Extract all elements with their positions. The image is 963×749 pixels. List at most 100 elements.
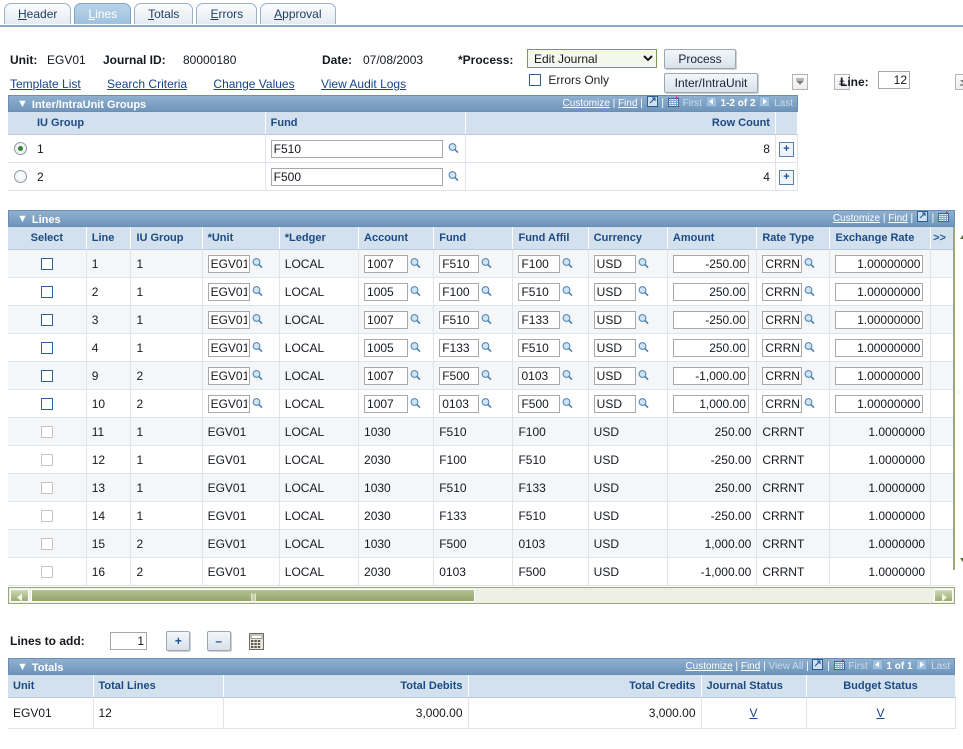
search-icon[interactable] bbox=[637, 369, 650, 382]
search-icon[interactable] bbox=[561, 313, 574, 326]
fund-affil-input[interactable] bbox=[518, 367, 560, 385]
rate-type-input[interactable] bbox=[762, 339, 802, 357]
groups-next-page-icon[interactable] bbox=[759, 96, 770, 107]
exchange-rate-input[interactable] bbox=[835, 395, 923, 413]
account-input[interactable] bbox=[364, 367, 408, 385]
table-row[interactable]: 141EGV01LOCAL2030F133F510USD-250.00CRRNT… bbox=[8, 502, 953, 530]
currency-input[interactable] bbox=[594, 395, 636, 413]
unit-input[interactable] bbox=[208, 283, 250, 301]
select-cell[interactable] bbox=[8, 418, 86, 446]
select-cell[interactable] bbox=[8, 306, 86, 334]
totals-journal-status-cell[interactable]: V bbox=[701, 698, 806, 729]
exchange-rate-input[interactable] bbox=[835, 283, 923, 301]
search-icon[interactable] bbox=[637, 341, 650, 354]
search-icon[interactable] bbox=[409, 341, 422, 354]
scroll-down-arrow[interactable] bbox=[955, 553, 957, 568]
table-row[interactable]: 102LOCAL bbox=[8, 390, 953, 418]
search-icon[interactable] bbox=[409, 369, 422, 382]
group-add-cell-2[interactable]: + bbox=[775, 163, 797, 191]
search-icon[interactable] bbox=[251, 257, 264, 270]
table-row[interactable]: 1 8 + bbox=[8, 135, 798, 163]
group-fund-input-2[interactable] bbox=[271, 168, 443, 186]
totals-next-page-icon[interactable] bbox=[916, 659, 927, 670]
currency-input[interactable] bbox=[594, 339, 636, 357]
rate-type-input[interactable] bbox=[762, 283, 802, 301]
search-icon[interactable] bbox=[561, 341, 574, 354]
currency-input[interactable] bbox=[594, 311, 636, 329]
table-row[interactable]: 11LOCAL bbox=[8, 250, 953, 278]
search-icon[interactable] bbox=[637, 285, 650, 298]
amount-input[interactable] bbox=[673, 367, 749, 385]
process-button[interactable]: Process bbox=[664, 49, 736, 69]
rate-type-input[interactable] bbox=[762, 395, 802, 413]
search-icon[interactable] bbox=[409, 397, 422, 410]
unit-input[interactable] bbox=[208, 311, 250, 329]
row-select-checkbox[interactable] bbox=[41, 258, 53, 270]
unit-input[interactable] bbox=[208, 367, 250, 385]
row-select-checkbox[interactable] bbox=[41, 342, 53, 354]
groups-first-label[interactable]: First bbox=[683, 98, 702, 109]
exchange-rate-input[interactable] bbox=[835, 311, 923, 329]
collapse-triangle-icon[interactable]: ▼ bbox=[17, 659, 28, 675]
totals-budget-status-cell[interactable]: V bbox=[806, 698, 955, 729]
search-icon[interactable] bbox=[637, 397, 650, 410]
errors-only-checkbox[interactable] bbox=[529, 74, 541, 86]
table-row[interactable]: 41LOCAL bbox=[8, 334, 953, 362]
search-icon[interactable] bbox=[251, 313, 264, 326]
totals-customize-link[interactable]: Customize bbox=[685, 661, 732, 672]
collapse-triangle-icon[interactable]: ▼ bbox=[17, 96, 28, 112]
exchange-rate-input[interactable] bbox=[835, 339, 923, 357]
lines-section-header[interactable]: ▼Lines Customize | Find | | bbox=[8, 210, 955, 227]
select-cell[interactable] bbox=[8, 390, 86, 418]
search-icon[interactable] bbox=[480, 369, 493, 382]
errors-only-checkbox-wrap[interactable]: Errors Only bbox=[529, 73, 609, 87]
row-select-checkbox[interactable] bbox=[41, 370, 53, 382]
change-values-link[interactable]: Change Values bbox=[213, 77, 294, 91]
select-cell[interactable] bbox=[8, 502, 86, 530]
search-icon[interactable] bbox=[447, 142, 460, 155]
calculator-icon[interactable] bbox=[248, 633, 265, 650]
fund-input[interactable] bbox=[439, 339, 479, 357]
rate-type-input[interactable] bbox=[762, 311, 802, 329]
search-icon[interactable] bbox=[409, 257, 422, 270]
groups-section-header[interactable]: ▼Inter/IntraUnit Groups Customize | Find… bbox=[8, 95, 798, 112]
search-criteria-link[interactable]: Search Criteria bbox=[107, 77, 187, 91]
fund-affil-input[interactable] bbox=[518, 395, 560, 413]
search-icon[interactable] bbox=[480, 397, 493, 410]
totals-last-label[interactable]: Last bbox=[931, 661, 950, 672]
tab-errors[interactable]: Errors bbox=[196, 3, 257, 24]
add-lines-button[interactable]: + bbox=[166, 631, 190, 651]
select-cell[interactable] bbox=[8, 362, 86, 390]
fund-input[interactable] bbox=[439, 255, 479, 273]
add-group-row-button-2[interactable]: + bbox=[779, 170, 794, 185]
budget-status-link[interactable]: V bbox=[876, 706, 884, 720]
search-icon[interactable] bbox=[561, 369, 574, 382]
lines-to-add-input[interactable] bbox=[110, 632, 147, 650]
search-icon[interactable] bbox=[803, 257, 816, 270]
template-list-link[interactable]: Template List bbox=[10, 77, 81, 91]
inter-intra-unit-button[interactable]: Inter/IntraUnit bbox=[664, 73, 758, 93]
search-icon[interactable] bbox=[803, 313, 816, 326]
search-icon[interactable] bbox=[480, 285, 493, 298]
download-to-excel-icon[interactable] bbox=[917, 211, 928, 222]
totals-first-label[interactable]: First bbox=[848, 661, 867, 672]
account-input[interactable] bbox=[364, 311, 408, 329]
search-icon[interactable] bbox=[409, 285, 422, 298]
account-input[interactable] bbox=[364, 283, 408, 301]
search-icon[interactable] bbox=[561, 285, 574, 298]
scroll-thumb[interactable]: ≡ bbox=[955, 245, 957, 552]
scroll-up-arrow[interactable] bbox=[955, 229, 957, 244]
download-to-excel-icon[interactable] bbox=[812, 659, 823, 670]
table-row[interactable]: 152EGV01LOCAL1030F5000103USD1,000.00CRRN… bbox=[8, 530, 953, 558]
lines-col-more[interactable]: >> bbox=[931, 227, 953, 250]
scroll-thumb-horizontal[interactable]: |||| bbox=[31, 589, 475, 602]
search-icon[interactable] bbox=[803, 397, 816, 410]
select-cell[interactable] bbox=[8, 278, 86, 306]
select-cell[interactable] bbox=[8, 530, 86, 558]
account-input[interactable] bbox=[364, 339, 408, 357]
collapse-triangle-icon[interactable]: ▼ bbox=[17, 211, 28, 227]
search-icon[interactable] bbox=[803, 341, 816, 354]
process-select[interactable]: Edit Journal bbox=[527, 49, 657, 68]
amount-input[interactable] bbox=[673, 311, 749, 329]
tab-lines[interactable]: Lines bbox=[74, 3, 131, 24]
